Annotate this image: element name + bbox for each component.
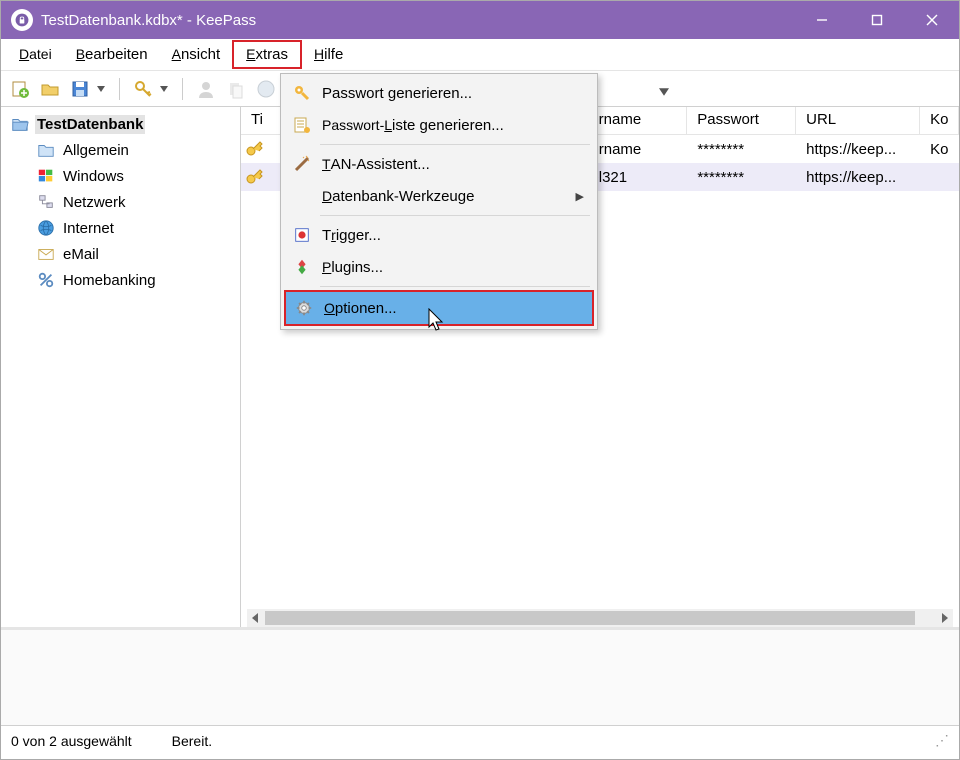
tree-root[interactable]: TestDatenbank <box>1 111 240 137</box>
gear-icon <box>290 296 318 320</box>
blank-icon <box>288 184 316 208</box>
menu-item-optionen[interactable]: Optionen... <box>284 290 594 326</box>
tree-item-email[interactable]: eMail <box>1 241 240 267</box>
list-key-icon <box>288 113 316 137</box>
resize-grip-icon[interactable]: ⋰ <box>935 732 949 749</box>
close-button[interactable] <box>904 1 959 39</box>
titlebar: TestDatenbank.kdbx* - KeePass <box>1 1 959 39</box>
copy-icon[interactable] <box>225 78 247 100</box>
statusbar: 0 von 2 ausgewählt Bereit. ⋰ <box>1 725 959 755</box>
menu-item-passwort-generieren[interactable]: Passwort generieren... <box>284 77 594 109</box>
menu-separator <box>320 215 590 216</box>
menu-bearbeiten[interactable]: Bearbeiten <box>64 42 160 67</box>
tree-root-label: TestDatenbank <box>35 115 145 134</box>
menu-separator <box>320 286 590 287</box>
globe-icon <box>37 219 55 237</box>
menu-separator <box>320 144 590 145</box>
new-db-icon[interactable] <box>9 78 31 100</box>
menu-hilfe[interactable]: Hilfe <box>302 42 355 67</box>
scroll-left-icon[interactable] <box>247 609 265 627</box>
percent-icon <box>37 271 55 289</box>
user-icon[interactable] <box>195 78 217 100</box>
menu-item-passwort-liste[interactable]: Passwort-Liste generieren... <box>284 109 594 141</box>
group-tree: TestDatenbank Allgemein Windows Netzwerk… <box>1 107 241 627</box>
gear-key-icon <box>288 81 316 105</box>
app-icon <box>11 9 33 31</box>
plugin-icon <box>288 255 316 279</box>
save-db-icon[interactable] <box>69 78 91 100</box>
status-selection: 0 von 2 ausgewählt <box>11 733 132 749</box>
menu-item-plugins[interactable]: Plugins... <box>284 251 594 283</box>
folder-open-icon <box>11 115 29 133</box>
submenu-arrow-icon: ▶ <box>576 190 584 203</box>
tree-item-netzwerk[interactable]: Netzwerk <box>1 189 240 215</box>
entry-key-icon <box>241 167 267 187</box>
status-ready: Bereit. <box>172 733 212 749</box>
menu-item-tan-assistent[interactable]: TAN-Assistent... <box>284 148 594 180</box>
entry-key-icon <box>241 139 267 159</box>
key-icon[interactable] <box>132 78 154 100</box>
tree-item-windows[interactable]: Windows <box>1 163 240 189</box>
menu-item-trigger[interactable]: Trigger... <box>284 219 594 251</box>
save-dropdown[interactable] <box>95 78 107 100</box>
menu-item-datenbank-werkzeuge[interactable]: Datenbank-Werkzeuge ▶ <box>284 180 594 212</box>
tree-item-homebanking[interactable]: Homebanking <box>1 267 240 293</box>
details-pane <box>1 627 959 725</box>
col-kommentar[interactable]: Ko <box>920 107 959 134</box>
menu-ansicht[interactable]: Ansicht <box>160 42 233 67</box>
menu-extras[interactable]: Extras <box>232 40 302 69</box>
open-db-icon[interactable] <box>39 78 61 100</box>
minimize-button[interactable] <box>794 1 849 39</box>
window-title: TestDatenbank.kdbx* - KeePass <box>41 12 794 29</box>
windows-icon <box>37 167 55 185</box>
col-password[interactable]: Passwort <box>687 107 796 134</box>
extras-dropdown: Passwort generieren... Passwort-Liste ge… <box>280 73 598 330</box>
mail-icon <box>37 245 55 263</box>
toolbar-separator <box>182 78 183 100</box>
col-url[interactable]: URL <box>796 107 920 134</box>
scroll-right-icon[interactable] <box>935 609 953 627</box>
scroll-thumb[interactable] <box>265 611 915 625</box>
search-dropdown-icon[interactable] <box>659 83 673 97</box>
key-dropdown[interactable] <box>158 78 170 100</box>
trigger-icon <box>288 223 316 247</box>
maximize-button[interactable] <box>849 1 904 39</box>
scroll-track[interactable] <box>265 611 935 625</box>
wand-icon <box>288 152 316 176</box>
tree-item-allgemein[interactable]: Allgemein <box>1 137 240 163</box>
tree-item-internet[interactable]: Internet <box>1 215 240 241</box>
network-icon <box>37 193 55 211</box>
globe-tb-icon[interactable] <box>255 78 277 100</box>
horizontal-scrollbar[interactable] <box>247 609 953 627</box>
menubar: Datei Bearbeiten Ansicht Extras Hilfe <box>1 39 959 71</box>
menu-datei[interactable]: Datei <box>7 42 64 67</box>
toolbar-separator <box>119 78 120 100</box>
folder-icon <box>37 141 55 159</box>
